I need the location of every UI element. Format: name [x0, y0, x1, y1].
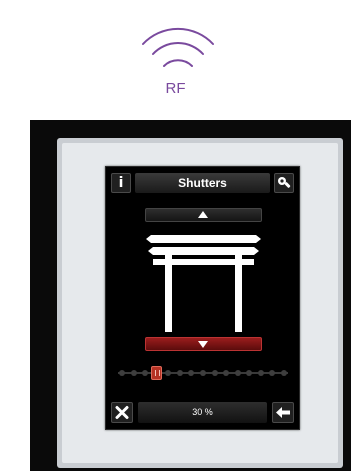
slider-step[interactable]: [119, 370, 125, 376]
close-button[interactable]: [111, 402, 133, 423]
rf-badge: RF: [0, 0, 351, 110]
slider-step[interactable]: [223, 370, 230, 376]
info-icon: i: [118, 175, 124, 191]
arrow-left-icon: [276, 407, 290, 418]
slider-step[interactable]: [200, 370, 206, 376]
position-slider[interactable]: [118, 366, 288, 380]
position-value: 30 %: [138, 402, 267, 423]
shutter-graphic: [146, 235, 261, 332]
slider-step[interactable]: [188, 370, 195, 376]
title-bar: i Shutters: [106, 167, 299, 201]
slider-step[interactable]: [176, 370, 183, 376]
slider-step[interactable]: [269, 370, 276, 376]
slider-thumb[interactable]: [151, 366, 163, 380]
slider-step[interactable]: [246, 370, 253, 376]
move-down-button[interactable]: [145, 337, 262, 351]
bottom-bar: 30 %: [106, 398, 299, 429]
touch-screen: i Shutters 30 %: [105, 166, 300, 430]
screen-title: Shutters: [135, 173, 270, 193]
triangle-up-icon: [198, 211, 208, 218]
close-x-icon: [115, 406, 129, 419]
slider-step[interactable]: [211, 370, 218, 376]
slider-step[interactable]: [142, 370, 149, 376]
move-up-button[interactable]: [145, 208, 262, 222]
rf-label: RF: [165, 80, 186, 97]
wireless-signal-icon: [142, 27, 214, 67]
slider-step[interactable]: [130, 370, 137, 376]
back-button[interactable]: [272, 402, 294, 423]
info-button[interactable]: i: [111, 173, 131, 193]
triangle-down-icon: [198, 341, 208, 348]
slider-step[interactable]: [257, 370, 264, 376]
slider-step[interactable]: [165, 370, 172, 376]
settings-button[interactable]: [274, 173, 294, 193]
slider-step[interactable]: [234, 370, 241, 376]
settings-gear-icon: [278, 177, 291, 188]
slider-step[interactable]: [281, 370, 287, 376]
